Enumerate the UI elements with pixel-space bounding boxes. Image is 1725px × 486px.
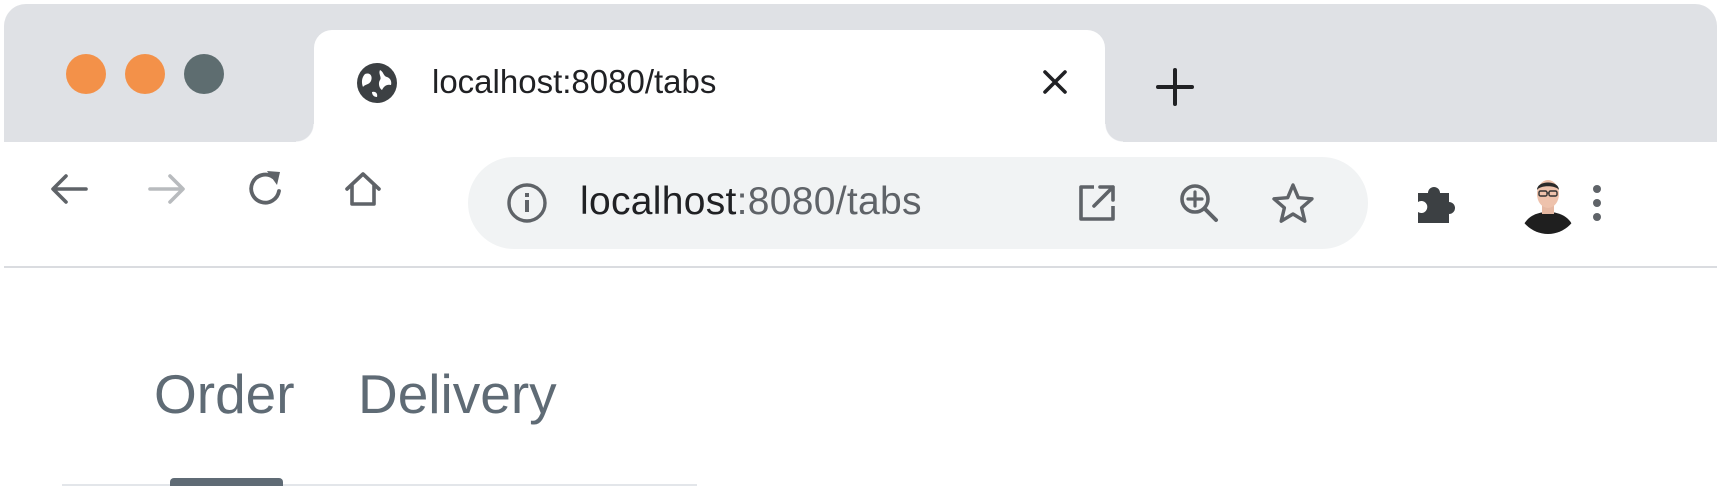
browser-tab-title: localhost:8080/tabs [432,63,717,100]
globe-icon [357,63,397,103]
zoom-in-icon[interactable] [1174,178,1224,228]
page-content: Order Delivery [4,268,1717,486]
profile-avatar[interactable] [1517,172,1579,234]
url-host: localhost [580,180,737,223]
window-close-button[interactable] [66,54,106,94]
address-bar[interactable]: localhost:8080/tabs [468,157,1368,249]
home-icon[interactable] [338,164,388,214]
more-vertical-icon[interactable] [1572,178,1622,228]
url-text: localhost:8080/tabs [580,180,922,224]
active-tab-indicator [170,478,283,486]
new-tab-button[interactable] [1154,66,1196,108]
puzzle-icon[interactable] [1412,178,1462,228]
arrow-right-icon[interactable] [142,164,192,214]
window-minimize-button[interactable] [125,54,165,94]
arrow-left-icon[interactable] [44,164,94,214]
reload-icon[interactable] [240,164,290,214]
browser-tab-active[interactable]: localhost:8080/tabs [296,30,1123,142]
tab-strip: localhost:8080/tabs [4,4,1717,142]
tab-order[interactable]: Order [154,362,295,426]
browser-toolbar: localhost:8080/tabs [4,142,1717,268]
close-icon[interactable] [1040,67,1070,97]
open-in-new-icon[interactable] [1072,178,1122,228]
star-icon[interactable] [1268,178,1318,228]
url-path: :8080/tabs [736,180,922,223]
window-maximize-button[interactable] [184,54,224,94]
tab-delivery[interactable]: Delivery [358,362,557,426]
avatar-image [1517,172,1579,234]
page-tabs: Order Delivery [62,268,697,486]
browser-window: localhost:8080/tabs localhost:8080/tabs … [4,4,1717,486]
info-icon[interactable] [502,178,552,228]
